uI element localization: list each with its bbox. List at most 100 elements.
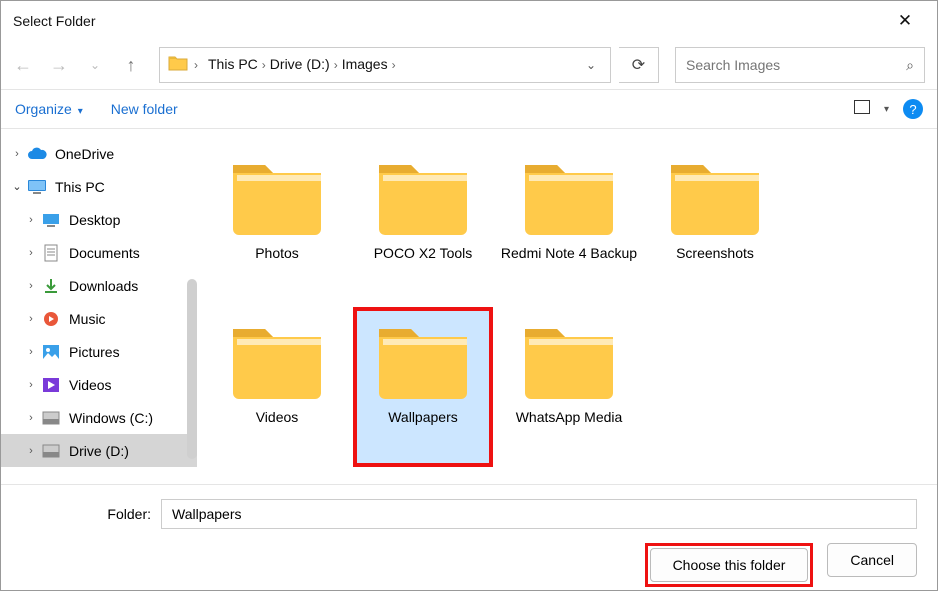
- folder-label: WhatsApp Media: [516, 409, 623, 427]
- main-area: › OneDrive ⌄ This PC ›Desktop›Documents›…: [1, 129, 937, 484]
- view-dropdown-icon[interactable]: ▾: [884, 104, 889, 115]
- chevron-right-icon[interactable]: ›: [9, 148, 25, 160]
- nav-arrow-group: ← → ⌄ ↑: [13, 55, 141, 76]
- chevron-right-icon[interactable]: ›: [23, 313, 39, 325]
- pc-icon: [27, 177, 47, 197]
- folder-name-input[interactable]: [161, 499, 917, 529]
- search-icon[interactable]: ⌕: [906, 57, 914, 74]
- chevron-right-icon[interactable]: ›: [23, 247, 39, 259]
- folder-icon: [519, 315, 619, 403]
- breadcrumb-segment[interactable]: Drive (D:): [266, 54, 334, 74]
- folder-label: Screenshots: [676, 245, 754, 263]
- folder-item[interactable]: Videos: [207, 307, 347, 467]
- chevron-right-icon[interactable]: ›: [23, 379, 39, 391]
- folder-icon: [373, 151, 473, 239]
- chevron-right-icon[interactable]: ›: [23, 412, 39, 424]
- chevron-down-icon[interactable]: ⌄: [9, 180, 25, 193]
- choose-folder-button[interactable]: Choose this folder: [650, 548, 809, 582]
- item-icon: [41, 210, 61, 230]
- item-icon: [41, 441, 61, 461]
- sidebar-item-label: Desktop: [69, 212, 120, 228]
- folder-grid: Photos POCO X2 Tools Redmi Note 4 Backup Sc…: [197, 129, 937, 484]
- highlight-box: Choose this folder: [645, 543, 814, 587]
- navigation-bar: ← → ⌄ ↑ › This PC›Drive (D:)›Images› ⌄ ⟳…: [1, 41, 937, 89]
- search-input[interactable]: [686, 57, 906, 73]
- sidebar-item[interactable]: › Drive (D:): [1, 434, 197, 467]
- refresh-button[interactable]: ⟳: [619, 47, 659, 83]
- sidebar-item-label: OneDrive: [55, 146, 114, 162]
- folder-label: Redmi Note 4 Backup: [501, 245, 637, 263]
- recent-dropdown-icon[interactable]: ⌄: [85, 58, 105, 72]
- folder-field-label: Folder:: [61, 506, 151, 522]
- chevron-right-icon[interactable]: ›: [23, 280, 39, 292]
- breadcrumb-segment[interactable]: This PC: [204, 54, 262, 74]
- action-buttons: Choose this folder Cancel: [1, 539, 937, 601]
- sidebar-item[interactable]: › Music: [1, 302, 197, 335]
- chevron-right-icon[interactable]: ›: [23, 214, 39, 226]
- command-bar: Organize ▾ New folder ▾ ?: [1, 90, 937, 128]
- folder-label: Wallpapers: [388, 409, 458, 427]
- sidebar-item[interactable]: › Downloads: [1, 269, 197, 302]
- sidebar-item[interactable]: › Documents: [1, 236, 197, 269]
- folder-icon: [373, 315, 473, 403]
- sidebar-item[interactable]: › Videos: [1, 368, 197, 401]
- view-icon: [854, 100, 870, 114]
- folder-field-row: Folder:: [1, 485, 937, 539]
- sidebar-item-label: Documents: [69, 245, 140, 261]
- chevron-right-icon[interactable]: ›: [392, 58, 396, 72]
- folder-item[interactable]: WhatsApp Media: [499, 307, 639, 467]
- sidebar-item-label: Pictures: [69, 344, 120, 360]
- help-button[interactable]: ?: [903, 99, 923, 119]
- organize-button[interactable]: Organize ▾: [15, 101, 83, 117]
- breadcrumb-segment[interactable]: Images: [338, 54, 392, 74]
- sidebar-item[interactable]: › Windows (C:): [1, 401, 197, 434]
- sidebar-item-label: Windows (C:): [69, 410, 153, 426]
- window-title: Select Folder: [13, 13, 95, 29]
- forward-icon[interactable]: →: [49, 55, 69, 76]
- scrollbar[interactable]: [187, 279, 197, 459]
- cancel-button[interactable]: Cancel: [827, 543, 917, 577]
- chevron-right-icon[interactable]: ›: [194, 58, 198, 72]
- folder-item[interactable]: POCO X2 Tools: [353, 143, 493, 303]
- folder-item[interactable]: Redmi Note 4 Backup: [499, 143, 639, 303]
- sidebar-item-label: Drive (D:): [69, 443, 129, 459]
- folder-icon: [227, 315, 327, 403]
- folder-label: Photos: [255, 245, 299, 263]
- sidebar-item-thispc[interactable]: ⌄ This PC: [1, 170, 197, 203]
- folder-icon: [227, 151, 327, 239]
- close-button[interactable]: ✕: [885, 11, 925, 31]
- sidebar-item[interactable]: › Desktop: [1, 203, 197, 236]
- back-icon[interactable]: ←: [13, 55, 33, 76]
- sidebar-item-label: Videos: [69, 377, 112, 393]
- sidebar: › OneDrive ⌄ This PC ›Desktop›Documents›…: [1, 129, 197, 484]
- folder-icon: [665, 151, 765, 239]
- search-box[interactable]: ⌕: [675, 47, 925, 83]
- folder-item[interactable]: Wallpapers: [353, 307, 493, 467]
- item-icon: [41, 276, 61, 296]
- folder-label: Videos: [256, 409, 299, 427]
- chevron-down-icon: ▾: [78, 106, 83, 117]
- chevron-right-icon[interactable]: ›: [23, 445, 39, 457]
- folder-label: POCO X2 Tools: [374, 245, 473, 263]
- sidebar-item-onedrive[interactable]: › OneDrive: [1, 137, 197, 170]
- new-folder-button[interactable]: New folder: [111, 101, 178, 117]
- item-icon: [41, 309, 61, 329]
- sidebar-item[interactable]: › Pictures: [1, 335, 197, 368]
- item-icon: [41, 375, 61, 395]
- chevron-right-icon[interactable]: ›: [23, 346, 39, 358]
- sidebar-item-label: This PC: [55, 179, 105, 195]
- sidebar-item-label: Music: [69, 311, 106, 327]
- up-icon[interactable]: ↑: [121, 55, 141, 76]
- item-icon: [41, 342, 61, 362]
- cloud-icon: [27, 144, 47, 164]
- address-dropdown-icon[interactable]: ⌄: [580, 58, 602, 72]
- sidebar-item-label: Downloads: [69, 278, 138, 294]
- view-button[interactable]: [854, 100, 870, 119]
- item-icon: [41, 243, 61, 263]
- address-bar[interactable]: › This PC›Drive (D:)›Images› ⌄: [159, 47, 611, 83]
- title-bar: Select Folder ✕: [1, 1, 937, 41]
- folder-icon: [168, 54, 188, 77]
- folder-item[interactable]: Photos: [207, 143, 347, 303]
- folder-item[interactable]: Screenshots: [645, 143, 785, 303]
- folder-icon: [519, 151, 619, 239]
